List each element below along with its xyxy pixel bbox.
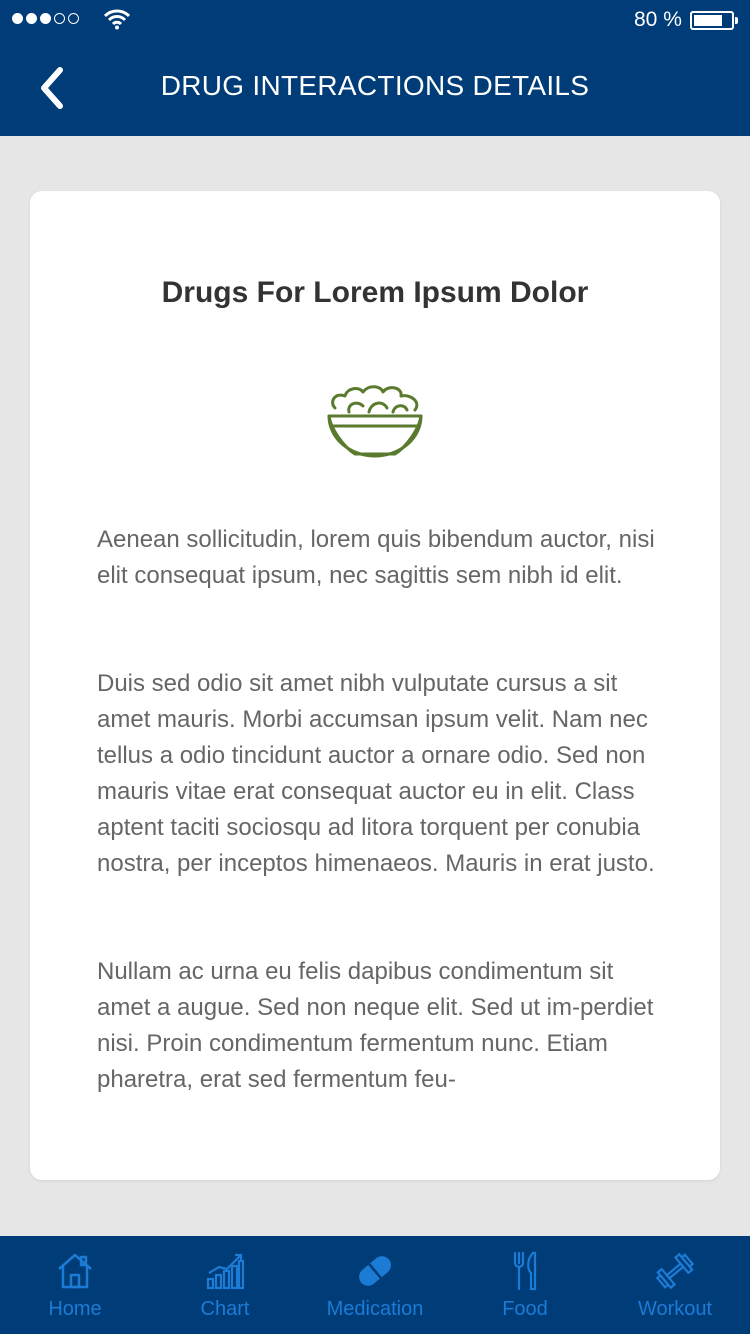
page-title: DRUG INTERACTIONS DETAILS [160, 70, 590, 101]
tab-label: Workout [637, 1298, 713, 1320]
tab-label: Home [48, 1298, 102, 1320]
tab-label: Chart [200, 1298, 250, 1320]
wifi-icon [104, 9, 130, 30]
tab-home[interactable]: Home [0, 1236, 150, 1334]
home-icon [58, 1253, 92, 1289]
body-paragraph: Duis sed odio sit amet nibh vulputate cu… [97, 670, 655, 877]
tab-bar: Home Chart Medication Food Workout [0, 1236, 750, 1334]
chart-icon [206, 1253, 245, 1290]
salad-bowl-icon [327, 385, 423, 458]
tab-label: Food [502, 1298, 548, 1320]
header: 80 % DRUG INTERACTIONS DETAILS [0, 0, 750, 136]
fork-knife-icon [513, 1251, 537, 1291]
dumbbell-icon [655, 1252, 695, 1290]
body-paragraph: Nullam ac urna eu felis dapibus condimen… [97, 958, 654, 1093]
tab-food[interactable]: Food [450, 1236, 600, 1334]
tab-label: Medication [326, 1298, 424, 1320]
battery-percent: 80 % [634, 8, 682, 31]
signal-strength-icon [12, 13, 79, 24]
body-paragraph: Aenean sollicitudin, lorem quis bibendum… [97, 526, 655, 589]
tab-workout[interactable]: Workout [600, 1236, 750, 1334]
card-title: Drugs For Lorem Ipsum Dolor [161, 276, 589, 309]
battery-icon [690, 11, 738, 30]
pill-icon [359, 1256, 391, 1286]
tab-chart[interactable]: Chart [150, 1236, 300, 1334]
status-bar: 80 % [0, 0, 750, 40]
tab-medication[interactable]: Medication [300, 1236, 450, 1334]
